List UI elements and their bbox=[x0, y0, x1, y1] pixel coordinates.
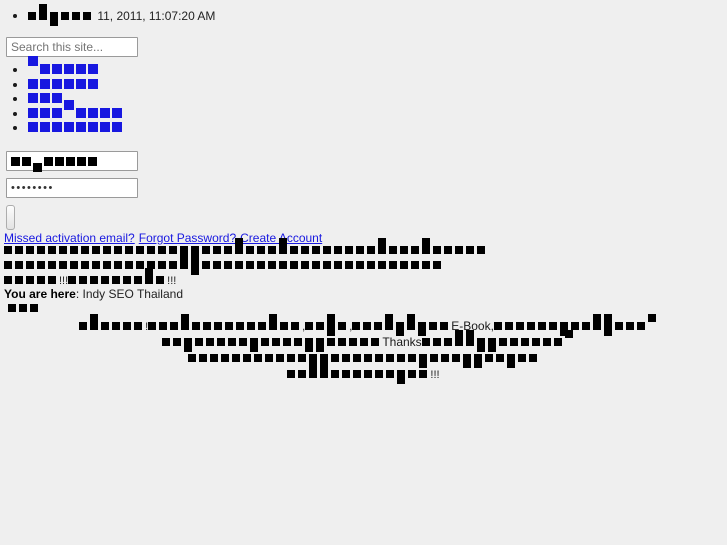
article-line-3-tofu-a bbox=[187, 350, 276, 366]
announcement-bang-1: !!! bbox=[59, 275, 69, 287]
sidebar-item-1[interactable] bbox=[28, 56, 428, 78]
breadcrumb-prefix: You are here bbox=[4, 287, 76, 301]
article-line-1-tofu-b bbox=[148, 314, 302, 334]
announcement-line-3-tofu-a bbox=[4, 272, 59, 287]
nav-link-4-label bbox=[28, 99, 124, 122]
announcement-line-3: !!!!!! bbox=[4, 268, 724, 287]
login-submit-button[interactable] bbox=[6, 205, 15, 230]
breadcrumb-tofu-text bbox=[8, 300, 41, 315]
search-input[interactable] bbox=[6, 37, 138, 57]
article-line-3 bbox=[0, 350, 727, 368]
article-line-1-tofu-c bbox=[305, 314, 349, 336]
date-tofu-text bbox=[28, 4, 94, 26]
site-nav-list bbox=[0, 56, 428, 136]
article-punct-end: !!! bbox=[430, 369, 440, 381]
username-value-tofu bbox=[11, 154, 99, 172]
breadcrumb-tofu-row bbox=[8, 300, 41, 315]
nav-link-3[interactable] bbox=[28, 92, 64, 107]
nav-link-3-label bbox=[28, 92, 64, 107]
sidebar-item-3[interactable] bbox=[28, 92, 428, 107]
date-list: 11, 2011, 11:07:20 AM bbox=[0, 4, 727, 26]
date-list-item: 11, 2011, 11:07:20 AM bbox=[28, 4, 727, 26]
article-line-4-tofu-a bbox=[287, 362, 331, 382]
announcement-bang-2: !!! bbox=[167, 275, 177, 287]
username-field[interactable] bbox=[6, 151, 138, 172]
announcement-line-1-tofu bbox=[4, 238, 488, 257]
sidebar-item-4[interactable] bbox=[28, 99, 428, 122]
announcement-line-2-tofu bbox=[4, 253, 444, 275]
nav-link-1-label bbox=[28, 56, 100, 78]
date-row: 11, 2011, 11:07:20 AM bbox=[0, 4, 727, 26]
nav-link-5-label bbox=[28, 121, 124, 136]
date-text: 11, 2011, 11:07:20 AM bbox=[94, 9, 216, 23]
article-line-2-tofu-d bbox=[542, 330, 573, 350]
article-line-2-tofu-a bbox=[162, 334, 195, 352]
search-box[interactable] bbox=[6, 37, 138, 57]
login-form: •••••••• bbox=[6, 151, 138, 232]
announcement-line-1 bbox=[4, 238, 724, 257]
nav-link-5[interactable] bbox=[28, 121, 124, 136]
article-line-4: !!! bbox=[0, 362, 727, 384]
nav-link-4[interactable] bbox=[28, 99, 124, 122]
article-body: !,, E-Book, Thanks !!! bbox=[0, 314, 727, 384]
article-line-2-tofu-c bbox=[421, 330, 543, 352]
article-line-2-tofu-b bbox=[195, 334, 382, 352]
sidebar-item-5[interactable] bbox=[28, 121, 428, 136]
article-line-1-tofu-d bbox=[352, 314, 451, 336]
announcement-line-2 bbox=[4, 253, 724, 275]
announcement-text: !!!!!! bbox=[4, 238, 724, 287]
nav-link-2[interactable] bbox=[28, 78, 100, 93]
password-field[interactable]: •••••••• bbox=[6, 178, 138, 198]
article-line-1: !,, E-Book, bbox=[0, 314, 727, 336]
password-value: •••••••• bbox=[11, 182, 54, 194]
sidebar-item-2[interactable] bbox=[28, 78, 428, 93]
article-line-2: Thanks bbox=[0, 330, 727, 352]
breadcrumb-current-page: Indy SEO Thailand bbox=[82, 287, 183, 301]
breadcrumb: You are here: Indy SEO Thailand bbox=[4, 287, 183, 301]
article-line-1-tofu-a bbox=[79, 314, 145, 334]
article-latin-thanks: Thanks bbox=[382, 335, 422, 349]
article-line-4-tofu-b bbox=[331, 366, 430, 384]
nav-link-2-label bbox=[28, 78, 100, 93]
nav-link-1[interactable] bbox=[28, 56, 100, 78]
announcement-line-3-tofu-b bbox=[68, 268, 167, 287]
